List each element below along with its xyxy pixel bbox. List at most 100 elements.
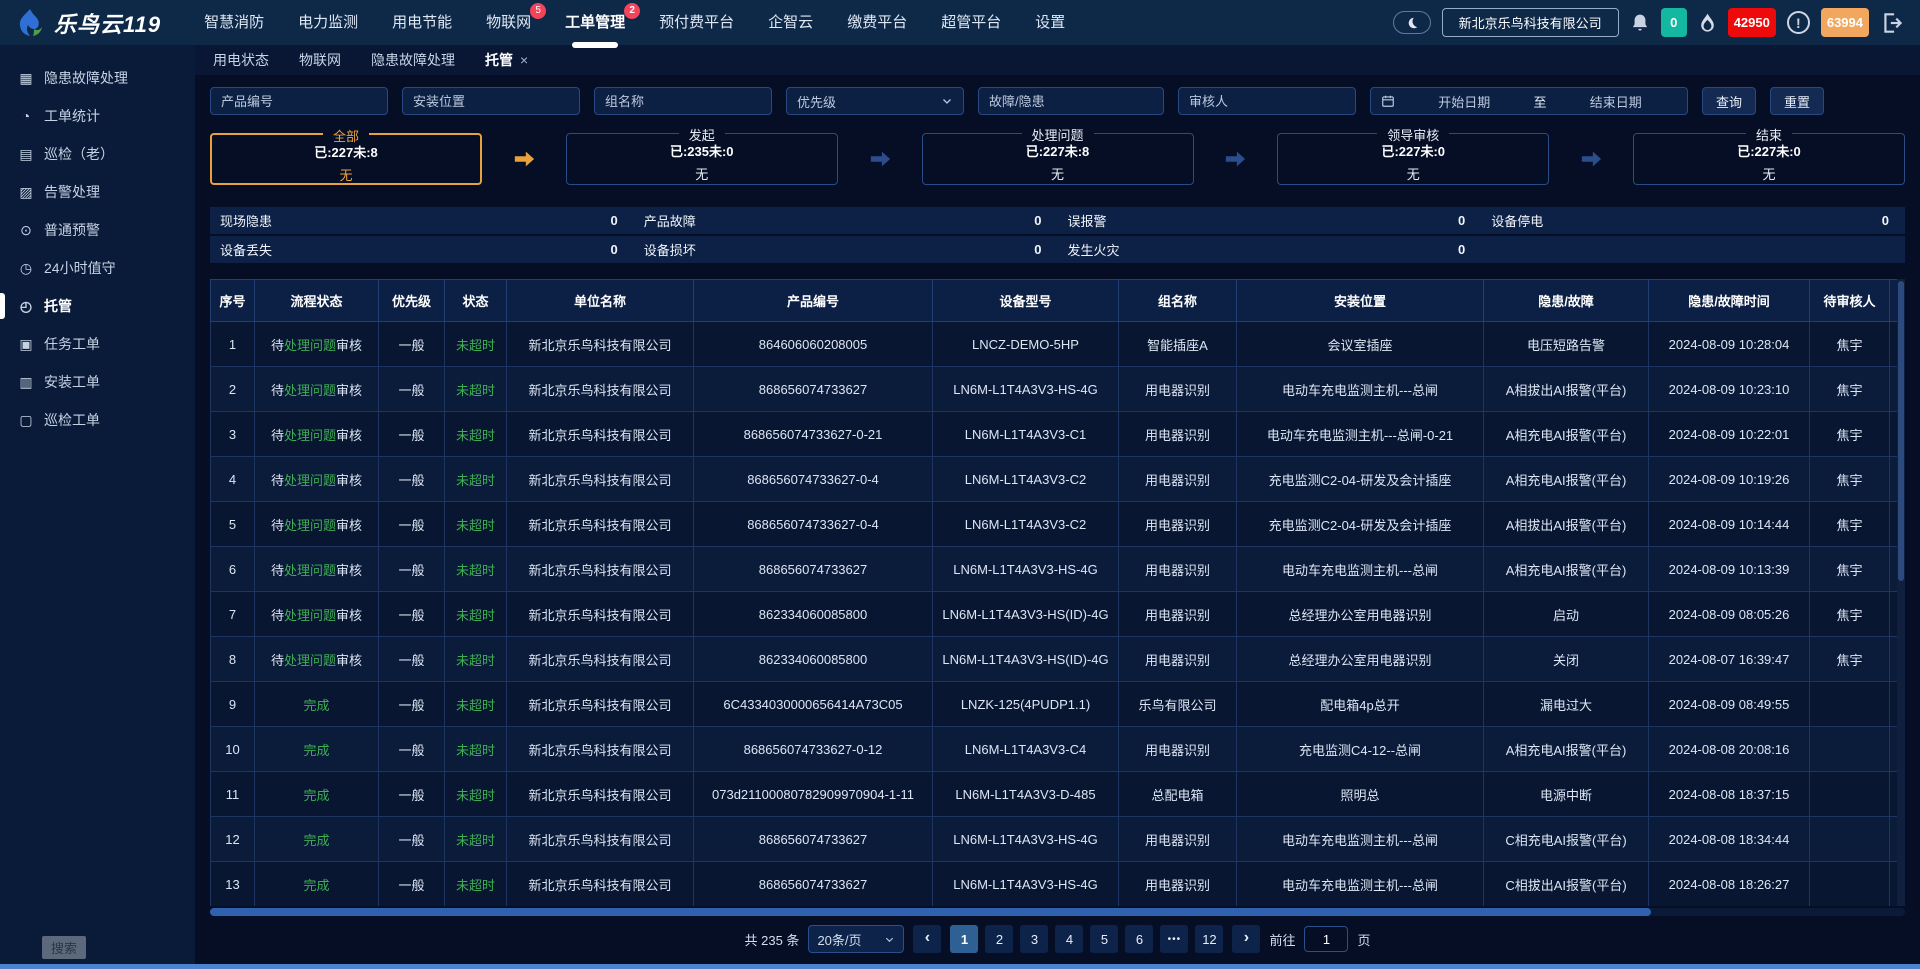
table-row[interactable]: 5 待处理问题审核 一般 未超时 新北京乐鸟科技有限公司 86865607473…	[211, 502, 1906, 547]
sidebar-item[interactable]: ▨ 告警处理	[0, 173, 195, 211]
nav-item[interactable]: 电力监测	[281, 0, 375, 45]
cell-device-model: LN6M-L1T4A3V3-C4	[933, 727, 1119, 772]
table-row[interactable]: 13 完成 一般 未超时 新北京乐鸟科技有限公司 868656074733627…	[211, 862, 1906, 907]
table-row[interactable]: 6 待处理问题审核 一般 未超时 新北京乐鸟科技有限公司 86865607473…	[211, 547, 1906, 592]
install-order-icon: ▥	[17, 374, 35, 391]
product-number-input[interactable]	[210, 87, 388, 115]
search-button[interactable]: 查询	[1702, 87, 1756, 115]
page-button[interactable]: 2	[985, 925, 1013, 953]
alarm-count-badge[interactable]: 42950	[1728, 8, 1776, 37]
fault-hazard-input[interactable]	[978, 87, 1164, 115]
page-size-select[interactable]: 20条/页	[808, 925, 904, 953]
bell-count-badge[interactable]: 0	[1661, 8, 1687, 37]
flame-icon[interactable]	[1698, 12, 1717, 34]
nav-item[interactable]: 用电节能	[375, 0, 469, 45]
table-row[interactable]: 7 待处理问题审核 一般 未超时 新北京乐鸟科技有限公司 86233406008…	[211, 592, 1906, 637]
sidebar-item[interactable]: ◷ 24小时值守	[0, 249, 195, 287]
date-range-picker[interactable]: 开始日期 至 结束日期	[1370, 87, 1688, 115]
sidebar-item[interactable]: ▣ 任务工单	[0, 325, 195, 363]
table-row[interactable]: 9 完成 一般 未超时 新北京乐鸟科技有限公司 6C43340300006564…	[211, 682, 1906, 727]
sidebar-item[interactable]: ◔ 工单统计	[0, 97, 195, 135]
filter-bar: 优先级 开始日期 至 结束日期 查询 重置	[210, 87, 1905, 115]
priority-select[interactable]: 优先级	[786, 87, 964, 115]
page-scrollbar[interactable]	[0, 964, 1920, 969]
nav-item[interactable]: 智慧消防	[187, 0, 281, 45]
tab[interactable]: 托管 ×	[485, 50, 528, 70]
table-row[interactable]: 2 待处理问题审核 一般 未超时 新北京乐鸟科技有限公司 86865607473…	[211, 367, 1906, 412]
cell-install-location: 照明总	[1237, 772, 1484, 817]
page-button[interactable]: 3	[1020, 925, 1048, 953]
stat-value: 0	[1034, 242, 1041, 257]
topbar-right: 新北京乐鸟科技有限公司 0 42950 ! 63994	[1393, 8, 1906, 37]
nav-item[interactable]: 工单管理 2	[548, 0, 642, 45]
table-row[interactable]: 8 待处理问题审核 一般 未超时 新北京乐鸟科技有限公司 86233406008…	[211, 637, 1906, 682]
group-name-input[interactable]	[594, 87, 772, 115]
page-button[interactable]: 4	[1055, 925, 1083, 953]
page-button[interactable]: 5	[1090, 925, 1118, 953]
company-selector[interactable]: 新北京乐鸟科技有限公司	[1442, 8, 1619, 37]
goto-page-input[interactable]	[1304, 926, 1348, 952]
end-date[interactable]: 结束日期	[1555, 92, 1678, 111]
flow-status-card[interactable]: 发起 已:235未:0 无	[566, 133, 838, 185]
table-row[interactable]: 10 完成 一般 未超时 新北京乐鸟科技有限公司 868656074733627…	[211, 727, 1906, 772]
sidebar-item[interactable]: ▥ 安装工单	[0, 363, 195, 401]
horizontal-scrollbar-track[interactable]	[210, 908, 1905, 916]
page-button[interactable]: 6	[1125, 925, 1153, 953]
sidebar-item-label: 工单统计	[44, 106, 100, 126]
stat-value: 0	[611, 213, 618, 228]
logo-text: 乐鸟云119	[54, 7, 161, 39]
tab-label: 物联网	[299, 50, 341, 70]
flow-card-title: 处理问题	[1021, 125, 1093, 144]
cell-status: 未超时	[445, 592, 507, 637]
table-row[interactable]: 1 待处理问题审核 一般 未超时 新北京乐鸟科技有限公司 86460606020…	[211, 322, 1906, 367]
table-row[interactable]: 11 完成 一般 未超时 新北京乐鸟科技有限公司 073d21100080782…	[211, 772, 1906, 817]
tab[interactable]: 物联网	[299, 50, 341, 70]
install-location-input[interactable]	[402, 87, 580, 115]
logo[interactable]: 乐鸟云119	[14, 7, 161, 39]
flow-status-card[interactable]: 领导审核 已:227未:0 无	[1277, 133, 1549, 185]
flow-status-card[interactable]: 全部 已:227未:8 无	[210, 133, 482, 185]
prev-page-button[interactable]: ‹	[913, 925, 941, 953]
exclamation-icon[interactable]: !	[1787, 11, 1810, 34]
sidebar-item[interactable]: ▦ 隐患故障处理	[0, 59, 195, 97]
nav-item[interactable]: 设置	[1018, 0, 1082, 45]
flow-status-card[interactable]: 结束 已:227未:0 无	[1633, 133, 1905, 185]
table-row[interactable]: 4 待处理问题审核 一般 未超时 新北京乐鸟科技有限公司 86865607473…	[211, 457, 1906, 502]
cell-device-model: LN6M-L1T4A3V3-HS(ID)-4G	[933, 592, 1119, 637]
bell-icon[interactable]	[1630, 13, 1650, 33]
nav-item[interactable]: 预付费平台	[642, 0, 751, 45]
nav-item[interactable]: 企智云	[751, 0, 830, 45]
cell-install-location: 会议室插座	[1237, 322, 1484, 367]
start-date[interactable]: 开始日期	[1403, 92, 1526, 111]
tab[interactable]: 用电状态	[213, 50, 269, 70]
sidebar-item[interactable]: ◴ 托管	[0, 287, 195, 325]
vertical-scrollbar[interactable]	[1897, 279, 1905, 906]
dark-mode-toggle[interactable]	[1393, 11, 1431, 34]
table-row[interactable]: 3 待处理问题审核 一般 未超时 新北京乐鸟科技有限公司 86865607473…	[211, 412, 1906, 457]
nav-item[interactable]: 超管平台	[924, 0, 1018, 45]
next-page-button[interactable]: ›	[1232, 925, 1260, 953]
sidebar: ▦ 隐患故障处理 ◔ 工单统计 ▤ 巡检（老） ▨ 告警处理 ⊙ 普通预警 ◷ …	[0, 45, 195, 969]
flow-status-card[interactable]: 处理问题 已:227未:8 无	[922, 133, 1194, 185]
close-icon[interactable]: ×	[520, 52, 528, 68]
sidebar-item[interactable]: ▢ 巡检工单	[0, 401, 195, 439]
horizontal-scrollbar-thumb[interactable]	[210, 908, 1651, 916]
sidebar-item[interactable]: ▤ 巡检（老）	[0, 135, 195, 173]
cell-group-name: 用电器识别	[1119, 367, 1237, 412]
reset-button[interactable]: 重置	[1770, 87, 1824, 115]
page-button[interactable]: •••	[1160, 925, 1188, 953]
nav-item[interactable]: 物联网 5	[469, 0, 548, 45]
page-button[interactable]: 12	[1195, 925, 1223, 953]
sidebar-item[interactable]: ⊙ 普通预警	[0, 211, 195, 249]
stat-value: 0	[1458, 242, 1465, 257]
tab[interactable]: 隐患故障处理	[371, 50, 455, 70]
cell-flow-status: 完成	[255, 817, 379, 862]
page-button[interactable]: 1	[950, 925, 978, 953]
table-row[interactable]: 12 完成 一般 未超时 新北京乐鸟科技有限公司 868656074733627…	[211, 817, 1906, 862]
nav-item[interactable]: 缴费平台	[830, 0, 924, 45]
cell-auditor	[1810, 682, 1890, 727]
warning-count-badge[interactable]: 63994	[1821, 8, 1869, 37]
logout-icon[interactable]	[1880, 10, 1906, 36]
auditor-input[interactable]	[1178, 87, 1356, 115]
cell-fault: C相拔出AI报警(平台)	[1484, 862, 1649, 907]
